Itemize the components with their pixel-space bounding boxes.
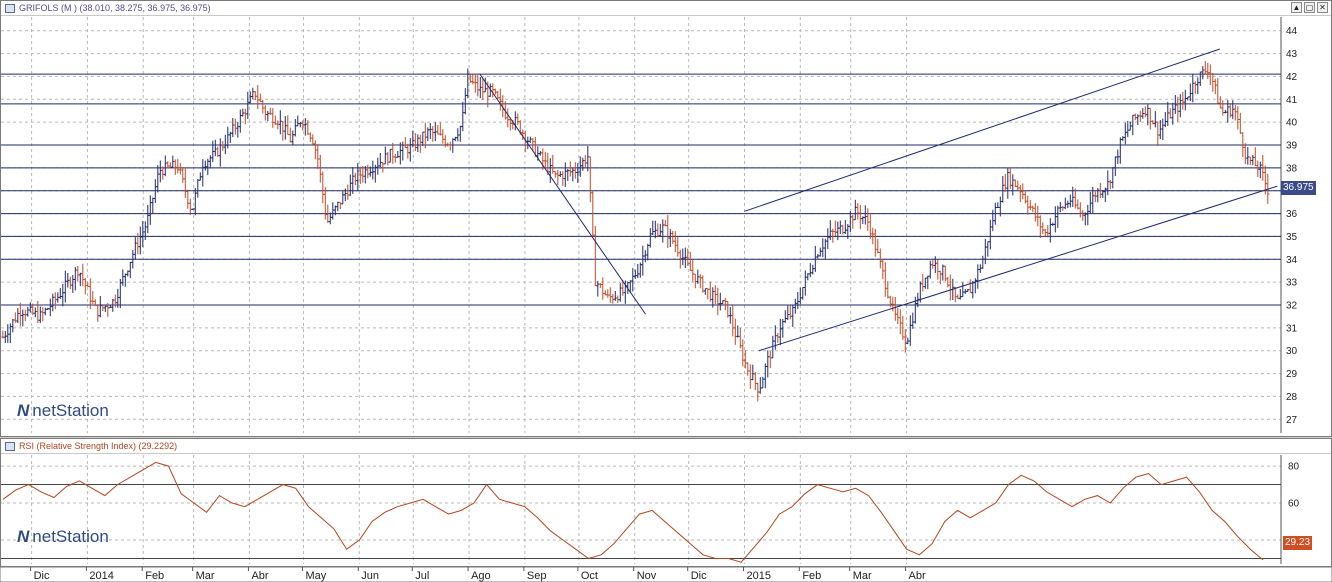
price-y-tick-13: 40 [1286, 118, 1298, 129]
price-y-tick-9: 36 [1286, 209, 1298, 220]
time-label-14: Feb [802, 570, 821, 582]
time-label-12: Dic [691, 570, 707, 582]
rsi-panel: RSI (Relative Strength Index) (29.2292) … [0, 438, 1332, 567]
time-label-0: Dic [34, 570, 50, 582]
time-label-16: Abr [909, 570, 926, 582]
price-panel: GRIFOLS (M ) (38.010, 38.275, 36.975, 36… [0, 0, 1332, 437]
netstation-n-icon-rsi: N [17, 527, 30, 546]
time-label-6: Jun [361, 570, 379, 582]
time-label-9: Sep [527, 570, 547, 582]
last-price-label: 36.975 [1281, 181, 1316, 195]
rsi-line [2, 461, 1264, 563]
time-label-5: May [305, 570, 326, 582]
price-y-tick-0: 27 [1286, 415, 1298, 426]
trendline-0 [479, 73, 646, 315]
price-chart[interactable]: 272829303132333435363738394041424344 [1, 1, 1331, 436]
time-label-2: Feb [145, 570, 164, 582]
price-y-tick-3: 30 [1286, 346, 1298, 357]
netstation-logo-text: netStation [32, 401, 109, 420]
rsi-y-tick-1: 60 [1288, 499, 1300, 510]
price-y-tick-2: 29 [1286, 369, 1298, 380]
price-y-tick-16: 43 [1286, 49, 1298, 60]
time-label-1: 2014 [89, 570, 113, 582]
time-label-15: Mar [853, 570, 872, 582]
trendline-2 [758, 185, 1278, 352]
time-label-10: Oct [581, 570, 598, 582]
price-y-tick-7: 34 [1286, 255, 1298, 266]
time-label-11: Nov [637, 570, 657, 582]
price-y-tick-8: 35 [1286, 232, 1298, 243]
price-y-tick-14: 41 [1286, 95, 1298, 106]
price-y-tick-12: 39 [1286, 141, 1298, 152]
netstation-logo-rsi: N netStation [17, 527, 109, 547]
trendline-1 [744, 48, 1220, 212]
price-y-tick-17: 44 [1286, 26, 1298, 37]
price-y-tick-5: 32 [1286, 301, 1298, 312]
time-axis: Dic 2014 Feb Mar Abr May Jun Jul Ago Sep Oct Nov Dic… [0, 567, 1332, 582]
price-y-tick-15: 42 [1286, 72, 1298, 83]
time-label-7: Jul [415, 570, 429, 582]
netstation-logo-text-rsi: netStation [32, 527, 109, 546]
price-y-tick-1: 28 [1286, 392, 1298, 403]
rsi-chart[interactable]: 406080 [1, 439, 1331, 566]
netstation-logo: N netStation [17, 401, 109, 421]
price-y-tick-4: 31 [1286, 323, 1298, 334]
time-label-4: Abr [251, 570, 268, 582]
netstation-n-icon: N [17, 401, 30, 420]
price-y-tick-11: 38 [1286, 163, 1298, 174]
rsi-y-tick-2: 80 [1288, 462, 1300, 473]
price-y-tick-6: 33 [1286, 278, 1298, 289]
time-label-3: Mar [196, 570, 215, 582]
time-label-13: 2015 [747, 570, 771, 582]
last-rsi-label: 29.23 [1283, 536, 1313, 550]
time-label-8: Ago [471, 570, 491, 582]
